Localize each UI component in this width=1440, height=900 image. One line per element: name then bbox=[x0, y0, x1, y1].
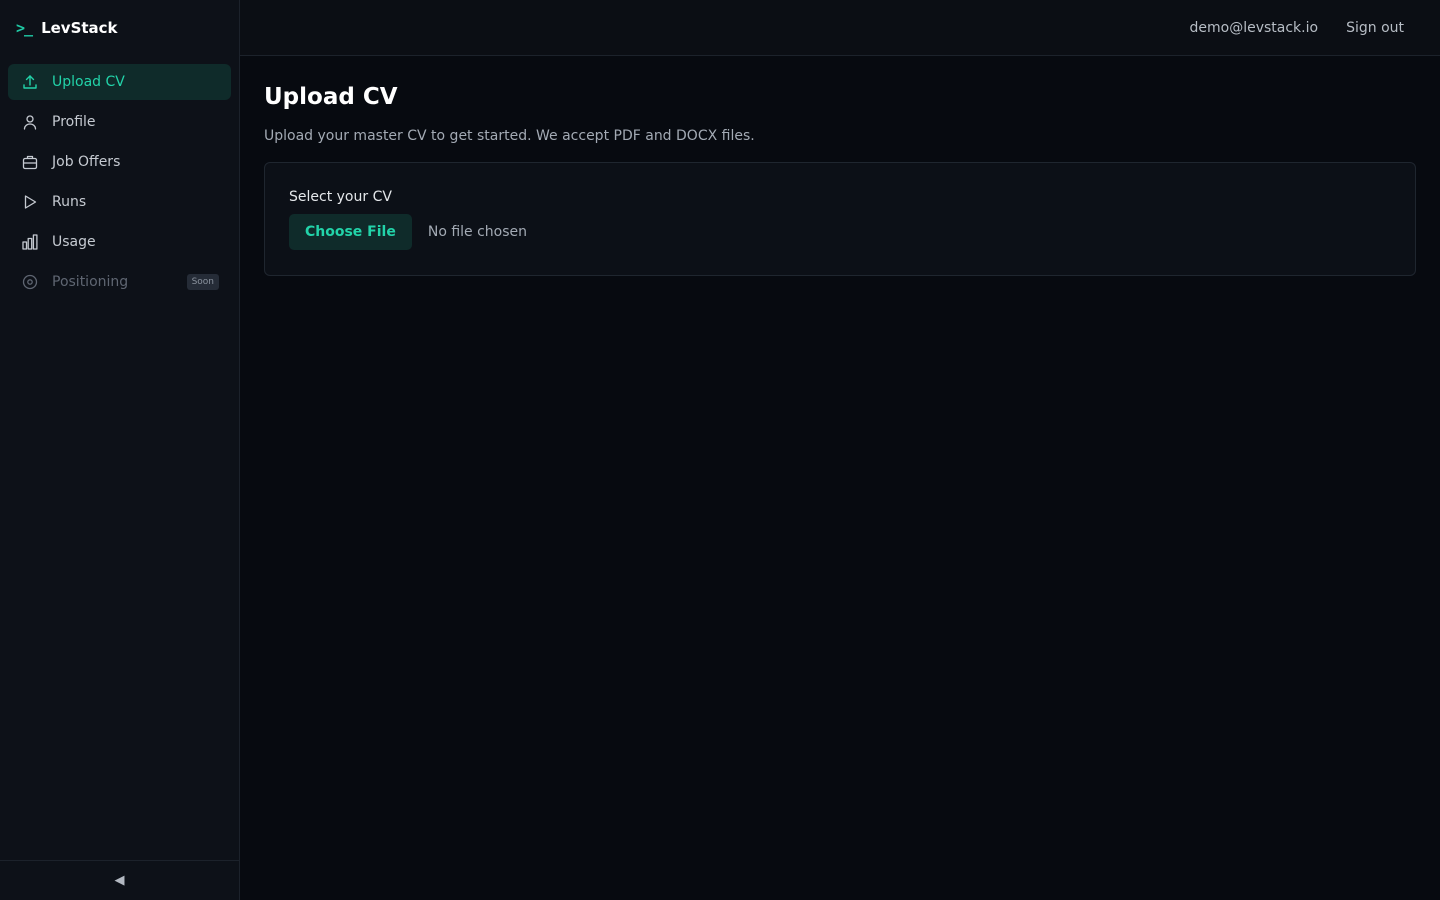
sidebar-item-label: Runs bbox=[52, 194, 87, 210]
choose-file-button[interactable]: Choose File bbox=[289, 214, 412, 250]
collapse-sidebar-button[interactable]: ◀ bbox=[0, 860, 239, 900]
app-root: >_ LevStack Upload CV Profile Job Offers… bbox=[0, 0, 1440, 900]
soon-badge: Soon bbox=[186, 274, 219, 290]
brand-name: LevStack bbox=[41, 19, 118, 37]
play-icon bbox=[22, 194, 38, 210]
upload-icon bbox=[22, 74, 38, 90]
brand[interactable]: >_ LevStack bbox=[0, 0, 239, 56]
sidebar: >_ LevStack Upload CV Profile Job Offers… bbox=[0, 0, 240, 900]
main-content: Upload CV Upload your master CV to get s… bbox=[264, 56, 1416, 276]
sidebar-nav: Upload CV Profile Job Offers Runs Usage … bbox=[0, 56, 239, 300]
collapse-arrow-icon: ◀ bbox=[114, 873, 125, 888]
sidebar-item-upload-cv[interactable]: Upload CV bbox=[8, 64, 231, 100]
sidebar-item-profile[interactable]: Profile bbox=[8, 104, 231, 140]
user-email: demo@levstack.io bbox=[1189, 19, 1319, 36]
page-description: Upload your master CV to get started. We… bbox=[264, 128, 755, 144]
target-icon bbox=[22, 274, 38, 290]
sidebar-item-runs[interactable]: Runs bbox=[8, 184, 231, 220]
sidebar-item-positioning: Positioning Soon bbox=[8, 264, 231, 300]
sidebar-item-label: Usage bbox=[52, 234, 96, 250]
briefcase-icon bbox=[22, 154, 38, 170]
sidebar-item-label: Upload CV bbox=[52, 74, 125, 90]
topbar: demo@levstack.io Sign out bbox=[240, 0, 1440, 56]
upload-card: Select your CV Choose File No file chose… bbox=[264, 162, 1416, 276]
sign-out-button[interactable]: Sign out bbox=[1346, 20, 1404, 36]
file-input: Choose File No file chosen bbox=[289, 214, 1391, 250]
sidebar-item-label: Profile bbox=[52, 114, 96, 130]
sidebar-item-label: Job Offers bbox=[52, 154, 121, 170]
sidebar-item-label: Positioning bbox=[52, 274, 129, 290]
bar-chart-icon bbox=[22, 234, 38, 250]
page-title: Upload CV bbox=[264, 84, 398, 110]
select-cv-label: Select your CV bbox=[289, 189, 392, 205]
sidebar-item-job-offers[interactable]: Job Offers bbox=[8, 144, 231, 180]
file-status: No file chosen bbox=[427, 224, 528, 240]
terminal-icon: >_ bbox=[16, 19, 33, 37]
sidebar-item-usage[interactable]: Usage bbox=[8, 224, 231, 260]
user-icon bbox=[22, 114, 38, 130]
